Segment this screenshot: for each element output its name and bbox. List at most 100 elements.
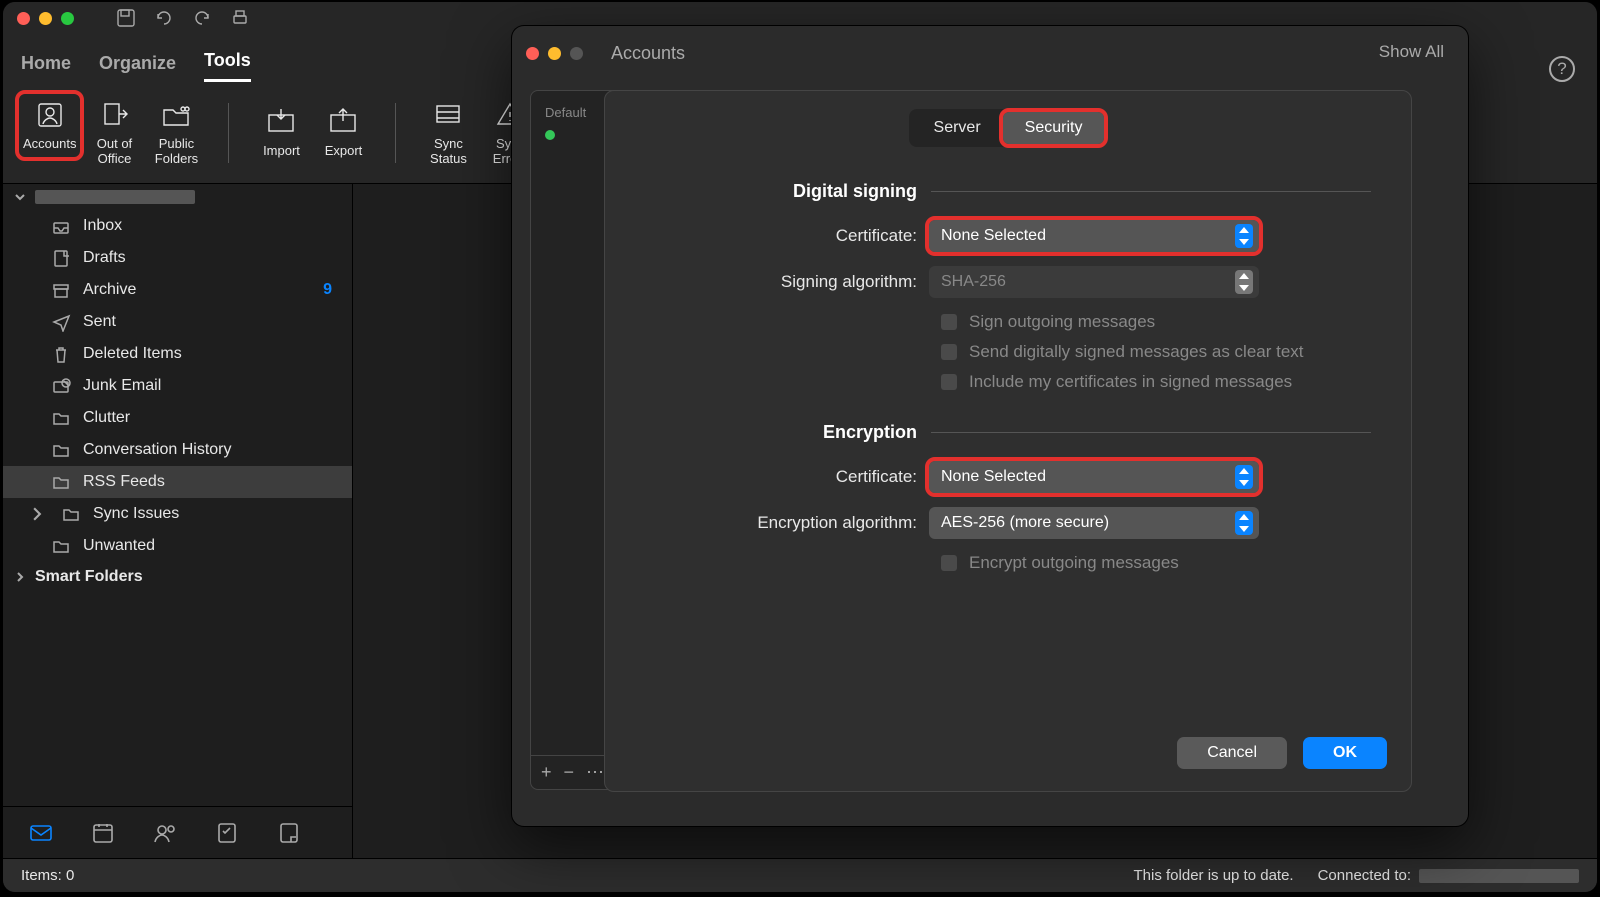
print-icon[interactable]	[230, 8, 250, 28]
folder-conversation-history[interactable]: Conversation History	[3, 434, 352, 466]
account-header[interactable]	[3, 184, 352, 210]
close-icon[interactable]	[17, 12, 30, 25]
stepper-icon	[1235, 224, 1253, 248]
close-icon[interactable]	[526, 47, 539, 60]
chk-sign-outgoing[interactable]: Sign outgoing messages	[941, 312, 1371, 332]
folder-sent[interactable]: Sent	[3, 306, 352, 338]
notes-icon[interactable]	[277, 821, 301, 845]
checkbox-icon	[941, 555, 957, 571]
security-sheet: Server Security Digital signing Certific…	[604, 90, 1412, 792]
encryption-algo-label: Encryption algorithm:	[645, 513, 917, 533]
show-all-button[interactable]: Show All	[1379, 42, 1444, 62]
divider	[228, 103, 229, 163]
folder-label: Clutter	[83, 409, 342, 427]
minimize-icon[interactable]	[548, 47, 561, 60]
folder-icon	[51, 440, 71, 460]
zoom-icon	[570, 47, 583, 60]
folder-icon	[61, 504, 81, 524]
minimize-icon[interactable]	[39, 12, 52, 25]
folder-label: Unwanted	[83, 537, 342, 555]
signing-certificate-select[interactable]: None Selected	[929, 220, 1259, 252]
folder-rss-feeds[interactable]: RSS Feeds	[3, 466, 352, 498]
folder-label: Deleted Items	[83, 345, 342, 363]
ok-button[interactable]: OK	[1303, 737, 1387, 769]
zoom-icon[interactable]	[61, 12, 74, 25]
encryption-cert-value: None Selected	[941, 468, 1046, 486]
sidebar: InboxDrafts Archive 9 Sent Deleted Items Junk…	[3, 184, 353, 858]
account-name-redacted	[35, 190, 195, 204]
signing-cert-label: Certificate:	[645, 226, 917, 246]
status-sync: This folder is up to date.	[1134, 867, 1294, 884]
status-connected: Connected to:	[1318, 867, 1411, 884]
folder-junk-email[interactable]: Junk Email	[3, 370, 352, 402]
sheet-tabs: Server Security	[909, 109, 1108, 147]
tab-tools[interactable]: Tools	[204, 50, 251, 82]
checkbox-icon	[941, 344, 957, 360]
add-account-button[interactable]: +	[541, 762, 552, 783]
sync-status-button[interactable]: Sync Status	[420, 94, 476, 172]
encryption-cert-label: Certificate:	[645, 467, 917, 487]
import-button[interactable]: Import	[253, 101, 309, 164]
archive-icon	[51, 280, 71, 300]
chk-include-certs[interactable]: Include my certificates in signed messag…	[941, 372, 1371, 392]
accounts-title: Accounts	[611, 43, 685, 64]
smart-folders-label: Smart Folders	[35, 568, 143, 586]
status-bar: Items: 0 This folder is up to date. Conn…	[3, 858, 1597, 892]
out-of-office-label: Out of Office	[97, 136, 132, 166]
drafts-icon	[51, 248, 71, 268]
folder-label: Junk Email	[83, 377, 342, 395]
public-folders-button[interactable]: Public Folders	[148, 94, 204, 172]
folder-sync-issues[interactable]: Sync Issues	[3, 498, 352, 530]
tasks-icon[interactable]	[215, 821, 239, 845]
section-digital-signing: Digital signing	[645, 181, 1371, 202]
smart-folders-header[interactable]: Smart Folders	[3, 562, 352, 592]
chk-encrypt-outgoing[interactable]: Encrypt outgoing messages	[941, 553, 1371, 573]
accounts-label: Accounts	[23, 136, 76, 151]
trash-icon	[51, 344, 71, 364]
default-label: Default	[545, 105, 586, 120]
folder-unwanted[interactable]: Unwanted	[3, 530, 352, 562]
folder-archive[interactable]: Archive 9	[3, 274, 352, 306]
undo-icon[interactable]	[154, 8, 174, 28]
cancel-button[interactable]: Cancel	[1177, 737, 1287, 769]
redo-icon[interactable]	[192, 8, 212, 28]
export-button[interactable]: Export	[315, 101, 371, 164]
folder-icon	[51, 472, 71, 492]
calendar-icon[interactable]	[91, 821, 115, 845]
people-icon[interactable]	[153, 821, 177, 845]
folder-label: Archive	[83, 281, 311, 299]
encryption-certificate-select[interactable]: None Selected	[929, 461, 1259, 493]
signing-algo-label: Signing algorithm:	[645, 272, 917, 292]
tab-server[interactable]: Server	[912, 112, 1003, 144]
tab-home[interactable]: Home	[21, 53, 71, 82]
folder-drafts[interactable]: Drafts	[3, 242, 352, 274]
tab-organize[interactable]: Organize	[99, 53, 176, 82]
accounts-window: Accounts Show All Default + − ⋯	[512, 26, 1468, 826]
connected-account-redacted	[1419, 869, 1579, 883]
more-options-button[interactable]: ⋯	[586, 762, 604, 783]
junk-icon	[51, 376, 71, 396]
help-icon[interactable]: ?	[1549, 56, 1575, 82]
folder-clutter[interactable]: Clutter	[3, 402, 352, 434]
folder-label: Sync Issues	[93, 505, 342, 523]
import-label: Import	[263, 143, 300, 158]
encryption-algorithm-select[interactable]: AES-256 (more secure)	[929, 507, 1259, 539]
status-items: Items: 0	[21, 867, 74, 884]
folder-deleted-items[interactable]: Deleted Items	[3, 338, 352, 370]
folder-label: Conversation History	[83, 441, 342, 459]
save-icon[interactable]	[116, 8, 136, 28]
accounts-titlebar: Accounts	[512, 26, 1468, 80]
sync-status-label: Sync Status	[430, 136, 467, 166]
folder-inbox[interactable]: Inbox	[3, 210, 352, 242]
accounts-button[interactable]: Accounts	[19, 94, 80, 157]
section-encryption: Encryption	[645, 422, 1371, 443]
tab-security[interactable]: Security	[1003, 112, 1105, 144]
folder-count: 9	[323, 281, 332, 299]
remove-account-button[interactable]: −	[564, 762, 575, 783]
out-of-office-button[interactable]: Out of Office	[86, 94, 142, 172]
chk-send-cleartext[interactable]: Send digitally signed messages as clear …	[941, 342, 1371, 362]
signing-algo-value: SHA-256	[941, 273, 1006, 291]
divider	[395, 103, 396, 163]
public-folders-label: Public Folders	[155, 136, 198, 166]
mail-icon[interactable]	[29, 821, 53, 845]
